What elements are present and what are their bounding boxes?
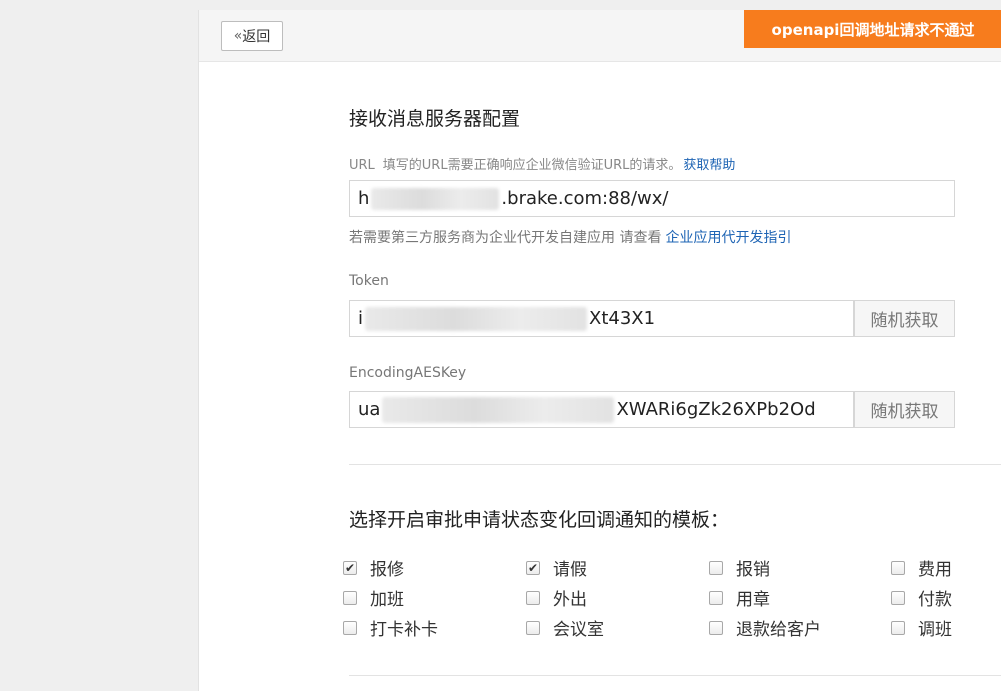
template-checkbox-label: 退款给客户 bbox=[736, 620, 821, 640]
checkbox-unchecked-icon[interactable] bbox=[891, 620, 905, 635]
tip-text: 若需要第三方服务商为企业代开发自建应用 请查看 bbox=[349, 230, 662, 246]
aes-suffix: XWARi6gZk26XPb2Od bbox=[616, 399, 816, 420]
url-label: URL bbox=[349, 158, 375, 173]
back-button-label: 返回 bbox=[242, 29, 271, 45]
template-checkbox-label: 调班 bbox=[918, 620, 952, 640]
redacted-blur bbox=[365, 306, 588, 331]
checkbox-unchecked-icon[interactable] bbox=[709, 590, 723, 605]
config-panel: « 返回 openapi回调地址请求不通过 接收消息服务器配置 URL 填写的UR… bbox=[198, 10, 1001, 691]
url-prefix: h bbox=[358, 188, 370, 209]
token-prefix: i bbox=[358, 308, 364, 329]
divider bbox=[349, 464, 1001, 465]
template-checkbox-label: 报销 bbox=[736, 560, 770, 580]
checkbox-checked-icon[interactable]: ✔ bbox=[343, 560, 357, 575]
template-checkbox[interactable]: 加班 bbox=[343, 585, 404, 610]
template-checkbox[interactable]: 调班 bbox=[891, 615, 952, 640]
checkbox-checked-icon[interactable]: ✔ bbox=[526, 560, 540, 575]
checkbox-unchecked-icon[interactable] bbox=[891, 590, 905, 605]
section-title-config: 接收消息服务器配置 bbox=[349, 108, 521, 130]
aes-key-label: EncodingAESKey bbox=[349, 365, 467, 381]
redacted-blur bbox=[371, 187, 500, 210]
third-party-tip: 若需要第三方服务商为企业代开发自建应用 请查看 企业应用代开发指引 bbox=[349, 227, 791, 247]
template-checkbox-label: 用章 bbox=[736, 590, 770, 610]
template-checkbox[interactable]: 报销 bbox=[709, 555, 770, 580]
template-checkbox[interactable]: 费用 bbox=[891, 555, 952, 580]
template-checkbox[interactable]: ✔ 请假 bbox=[526, 555, 587, 580]
template-checkbox-label: 打卡补卡 bbox=[370, 620, 438, 640]
token-input[interactable]: i Xt43X1 bbox=[349, 300, 854, 337]
token-suffix: Xt43X1 bbox=[589, 308, 656, 329]
double-chevron-left-icon: « bbox=[233, 28, 242, 44]
checkbox-unchecked-icon[interactable] bbox=[891, 560, 905, 575]
checkbox-unchecked-icon[interactable] bbox=[709, 620, 723, 635]
url-suffix: .brake.com:88/wx/ bbox=[501, 188, 669, 209]
url-input[interactable]: h .brake.com:88/wx/ bbox=[349, 180, 955, 217]
checkbox-unchecked-icon[interactable] bbox=[343, 620, 357, 635]
template-checkbox[interactable]: 付款 bbox=[891, 585, 952, 610]
template-checkbox-label: 外出 bbox=[553, 590, 587, 610]
template-checkbox-label: 会议室 bbox=[553, 620, 604, 640]
checkbox-unchecked-icon[interactable] bbox=[709, 560, 723, 575]
template-checkbox-label: 付款 bbox=[918, 590, 952, 610]
dev-guide-link[interactable]: 企业应用代开发指引 bbox=[665, 230, 791, 246]
url-desc-text: 填写的URL需要正确响应企业微信验证URL的请求。 bbox=[382, 158, 682, 173]
template-checkbox[interactable]: ✔ 报修 bbox=[343, 555, 404, 580]
help-link[interactable]: 获取帮助 bbox=[683, 158, 735, 173]
template-checkbox[interactable]: 会议室 bbox=[526, 615, 604, 640]
template-checkbox[interactable]: 外出 bbox=[526, 585, 587, 610]
random-aes-button[interactable]: 随机获取 bbox=[854, 391, 955, 428]
random-token-button[interactable]: 随机获取 bbox=[854, 300, 955, 337]
url-description: URL 填写的URL需要正确响应企业微信验证URL的请求。 获取帮助 bbox=[349, 154, 735, 173]
checkbox-unchecked-icon[interactable] bbox=[526, 620, 540, 635]
aes-prefix: ua bbox=[358, 399, 381, 420]
back-button[interactable]: « 返回 bbox=[221, 21, 283, 51]
divider bbox=[349, 675, 1001, 676]
template-checkbox[interactable]: 用章 bbox=[709, 585, 770, 610]
checkbox-unchecked-icon[interactable] bbox=[343, 590, 357, 605]
template-checkbox-label: 加班 bbox=[370, 590, 404, 610]
redacted-blur bbox=[382, 396, 615, 423]
error-alert: openapi回调地址请求不通过 bbox=[744, 10, 1001, 48]
template-checkbox[interactable]: 打卡补卡 bbox=[343, 615, 438, 640]
checkbox-unchecked-icon[interactable] bbox=[526, 590, 540, 605]
section-title-templates: 选择开启审批申请状态变化回调通知的模板： bbox=[349, 509, 730, 531]
panel-header: « 返回 openapi回调地址请求不通过 bbox=[199, 10, 1001, 62]
token-label: Token bbox=[349, 273, 389, 289]
aes-key-input[interactable]: ua XWARi6gZk26XPb2Od bbox=[349, 391, 854, 428]
template-checkbox[interactable]: 退款给客户 bbox=[709, 615, 821, 640]
template-checkbox-label: 报修 bbox=[370, 560, 404, 580]
template-checkbox-label: 请假 bbox=[553, 560, 587, 580]
template-checkbox-label: 费用 bbox=[918, 560, 952, 580]
